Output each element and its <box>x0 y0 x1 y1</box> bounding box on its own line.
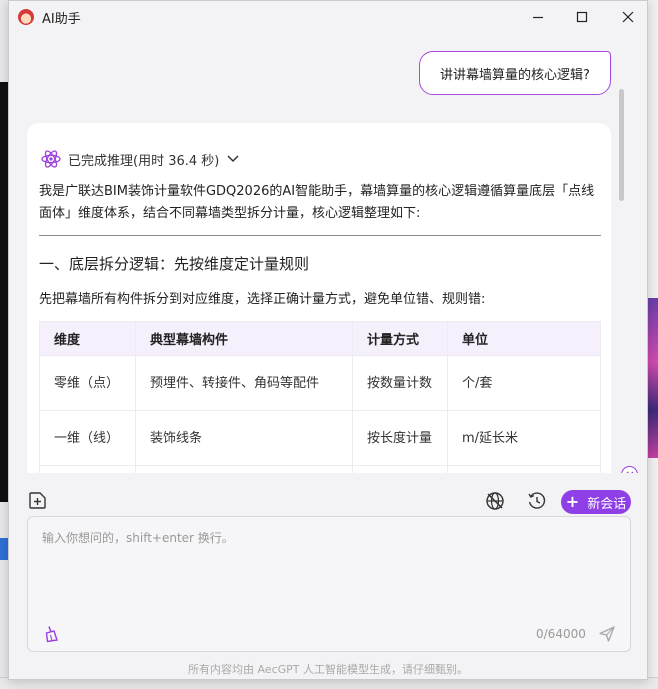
desktop-background-left-window <box>0 82 8 502</box>
desktop-background-right-image <box>648 298 658 458</box>
close-button[interactable] <box>605 1 647 33</box>
history-button[interactable] <box>527 491 547 515</box>
message-input[interactable] <box>42 529 612 609</box>
table-cell <box>135 465 353 473</box>
atom-icon <box>41 150 61 168</box>
send-icon <box>599 626 615 642</box>
table-row: 零维（点） 预埋件、转接件、角码等配件 按数量计数 个/套 <box>39 355 601 411</box>
table-cell <box>39 465 136 473</box>
table-header-cell: 单位 <box>447 321 601 356</box>
web-search-toggle[interactable] <box>485 491 505 515</box>
window-title: AI助手 <box>42 11 81 27</box>
table-cell: m/延长米 <box>447 410 601 466</box>
attach-file-icon <box>29 492 46 509</box>
table-cell <box>447 465 601 473</box>
assistant-answer-card: 已完成推理(用时 36.4 秒) 我是广联达BIM装饰计量软件GDQ2026的A… <box>27 123 611 473</box>
table-header-cell: 维度 <box>39 321 136 356</box>
send-button[interactable] <box>598 625 616 647</box>
chat-scrollbar[interactable] <box>619 89 624 201</box>
clear-input-button[interactable] <box>42 625 60 647</box>
scroll-down-icon <box>626 471 633 473</box>
table-cell: 装饰线条 <box>135 410 353 466</box>
minimize-button[interactable] <box>515 1 561 33</box>
answer-intro: 我是广联达BIM装饰计量软件GDQ2026的AI智能助手，幕墙算量的核心逻辑遵循… <box>39 184 595 221</box>
new-chat-label: 新会话 <box>587 496 627 512</box>
table-header-row: 维度 典型幕墙构件 计量方式 单位 <box>39 321 601 356</box>
disclaimer-note: 所有内容均由 AecGPT 人工智能模型生成，请仔细甄别。 <box>187 663 468 676</box>
dimension-table: 维度 典型幕墙构件 计量方式 单位 零维（点） 预埋件、转接件、角码等配件 按数… <box>39 321 601 473</box>
table-row: 一维（线） 装饰线条 按长度计量 m/延长米 <box>39 410 601 466</box>
new-chat-button[interactable]: + 新会话 <box>561 490 631 514</box>
maximize-icon <box>576 11 588 23</box>
table-cell: 按数量计数 <box>352 355 448 411</box>
table-cell: 一维（线） <box>39 410 136 466</box>
table-cell: 个/套 <box>447 355 601 411</box>
title-bar[interactable]: AI助手 <box>9 1 647 33</box>
reasoning-toggle[interactable]: 已完成推理(用时 36.4 秒) <box>41 149 239 169</box>
chat-area[interactable]: 讲讲幕墙算量的核心逻辑? 已完成推理(用时 36.4 秒) 我是广联达BIM装饰… <box>9 33 647 473</box>
user-message-bubble: 讲讲幕墙算量的核心逻辑? <box>419 51 611 95</box>
attach-file-button[interactable] <box>27 489 49 515</box>
table-header-cell: 计量方式 <box>352 321 448 356</box>
user-message-text: 讲讲幕墙算量的核心逻辑? <box>440 67 590 83</box>
chevron-down-icon <box>227 155 239 163</box>
reasoning-status: 已完成推理(用时 36.4 秒) <box>68 153 220 169</box>
section-heading: 一、底层拆分逻辑：先按维度定计量规则 <box>39 255 310 273</box>
message-input-box[interactable]: 0/64000 <box>27 516 631 652</box>
scroll-to-bottom-button[interactable] <box>621 466 638 473</box>
desktop-background-left-selection <box>0 538 8 560</box>
web-search-icon <box>486 492 504 510</box>
plus-icon: + <box>565 492 580 511</box>
table-cell <box>352 465 448 473</box>
table-cell: 按长度计量 <box>352 410 448 466</box>
clear-broom-icon <box>45 626 58 643</box>
history-icon <box>528 492 546 509</box>
table-header-cell: 典型幕墙构件 <box>135 321 353 356</box>
minimize-icon <box>533 16 543 19</box>
app-logo-icon <box>18 9 34 25</box>
char-counter: 0/64000 <box>536 627 586 641</box>
section-description: 先把幕墙所有构件拆分到对应维度，选择正确计量方式，避免单位错、规则错: <box>39 292 486 307</box>
input-toolbar: + 新会话 <box>9 479 647 519</box>
table-cell: 零维（点） <box>39 355 136 411</box>
table-row-partial <box>39 465 601 473</box>
section-divider <box>39 235 601 236</box>
close-icon <box>622 11 634 23</box>
ai-assistant-window: AI助手 讲讲幕墙算量的核心逻辑? 已完成推理(用时 36.4 秒) 我是广联达… <box>8 0 648 680</box>
table-cell: 预埋件、转接件、角码等配件 <box>135 355 353 411</box>
maximize-button[interactable] <box>559 1 605 33</box>
